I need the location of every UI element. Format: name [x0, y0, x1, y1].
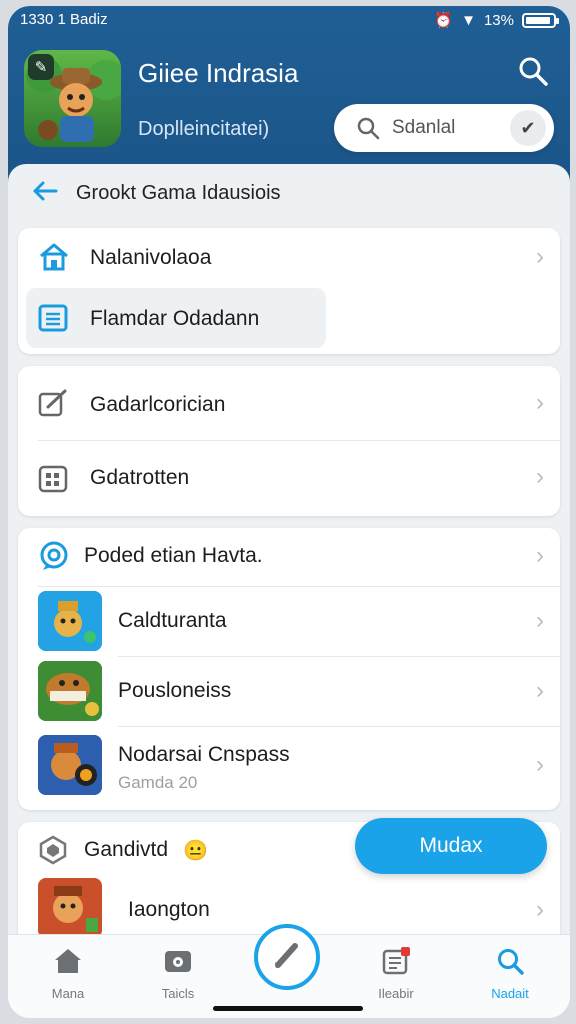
chevron-right-icon: › [536, 607, 544, 634]
menu-card-1: Nalanivolaoa › Flamdar Odadann [18, 228, 560, 354]
nav-label: Mana [51, 986, 85, 1001]
nav-tab-ileabir[interactable]: Ileabir [351, 947, 441, 1001]
signal-icon: ▼ [461, 11, 476, 29]
phone-screen: 1330 1 Badiz ⏰ ▼ 13% ✎ Giiee Indrasia Do… [8, 6, 570, 1018]
battery-percent: 13% [483, 11, 514, 29]
game-thumbnail [38, 878, 102, 938]
game-list-item[interactable]: Nodarsai Cnspass Gamda 20 › [18, 727, 560, 807]
game-title: Caldturanta [118, 609, 227, 632]
game-title: Pousloneiss [118, 679, 232, 702]
chevron-right-icon: › [536, 677, 544, 704]
grid-icon [38, 463, 68, 498]
games-header-label: Poded etian Havta. [84, 544, 263, 567]
nav-tab-mana[interactable]: Mana [23, 947, 113, 1001]
game-thumbnail [38, 661, 102, 721]
search-icon [495, 949, 525, 979]
menu-item[interactable]: Flamdar Odadann [18, 288, 560, 348]
menu-item[interactable]: Gadarlcorician › [18, 366, 560, 440]
game-title: Iaongton [128, 898, 210, 921]
game-subtitle: Gamda 20 [118, 773, 198, 792]
game-list-item[interactable]: Pousloneiss › [18, 657, 560, 725]
back-arrow-icon[interactable] [32, 181, 58, 206]
page-title: Giiee Indrasia [138, 58, 299, 88]
menu-item-label: Gadarlcorician [90, 393, 226, 416]
search-field[interactable]: Sdanlal ✔ [334, 104, 554, 152]
featured-header-label: Gandivtd [84, 838, 169, 861]
menu-card-2: Gadarlcorician › Gdatrotten › [18, 366, 560, 516]
search-placeholder: Sdanlal [392, 117, 456, 138]
floating-action-button[interactable]: Mudax [355, 818, 547, 874]
home-icon [38, 242, 70, 277]
menu-item-label: Nalanivolaoa [90, 246, 212, 269]
game-list-item[interactable]: Caldturanta › [18, 587, 560, 655]
game-app-icon[interactable]: ✎ [24, 50, 121, 147]
battery-icon [522, 12, 559, 28]
chevron-right-icon: › [536, 243, 544, 270]
section-title: Grookt Gama Idausiois [76, 182, 281, 204]
search-icon[interactable] [516, 54, 550, 88]
back-row[interactable]: Grookt Gama Idausiois [32, 181, 281, 206]
emoji-icon: 😐 [183, 840, 208, 862]
pen-icon [270, 938, 304, 977]
chevron-right-icon: › [536, 896, 544, 923]
home-icon [53, 949, 83, 979]
list-icon [38, 304, 68, 337]
menu-item-label: Gdatrotten [90, 466, 190, 489]
status-time: 1330 1 Badiz [20, 11, 108, 28]
chat-bubble-icon [38, 540, 70, 577]
chevron-right-icon: › [536, 463, 544, 490]
game-title: Nodarsai Cnspass [118, 743, 290, 766]
status-icons: ⏰ ▼ 13% [434, 11, 559, 29]
home-indicator [213, 1006, 363, 1011]
notes-icon [381, 947, 411, 980]
nav-tab-nadait[interactable]: Nadait [465, 947, 555, 1001]
chevron-right-icon: › [536, 542, 544, 569]
nav-label: Ileabir [378, 986, 414, 1001]
edit-icon [38, 389, 68, 422]
game-thumbnail [38, 735, 102, 795]
menu-item-label: Flamdar Odadann [90, 307, 260, 330]
check-icon[interactable]: ✔ [510, 110, 546, 146]
nav-label: Nadait [491, 986, 529, 1001]
games-header-row[interactable]: Poded etian Havta. › [18, 528, 560, 586]
nav-label: Taicls [161, 986, 195, 1001]
menu-item[interactable]: Nalanivolaoa › [18, 228, 560, 288]
edit-badge-icon: ✎ [28, 54, 54, 80]
chevron-right-icon: › [536, 389, 544, 416]
center-action-button[interactable] [254, 924, 320, 990]
game-thumbnail [38, 591, 102, 651]
menu-item[interactable]: Gdatrotten › [18, 441, 560, 515]
alarm-icon: ⏰ [434, 12, 454, 29]
nav-tab-taicls[interactable]: Taicls [133, 947, 223, 1001]
games-card: Poded etian Havta. › Caldturanta › Pousl… [18, 528, 560, 810]
status-bar: 1330 1 Badiz ⏰ ▼ 13% [8, 6, 570, 36]
chevron-right-icon: › [536, 751, 544, 778]
page-subtitle: Doplleincitatei) [138, 118, 270, 140]
gamepad-icon [163, 951, 193, 979]
search-lens-icon [356, 116, 380, 145]
shield-icon [38, 835, 68, 870]
